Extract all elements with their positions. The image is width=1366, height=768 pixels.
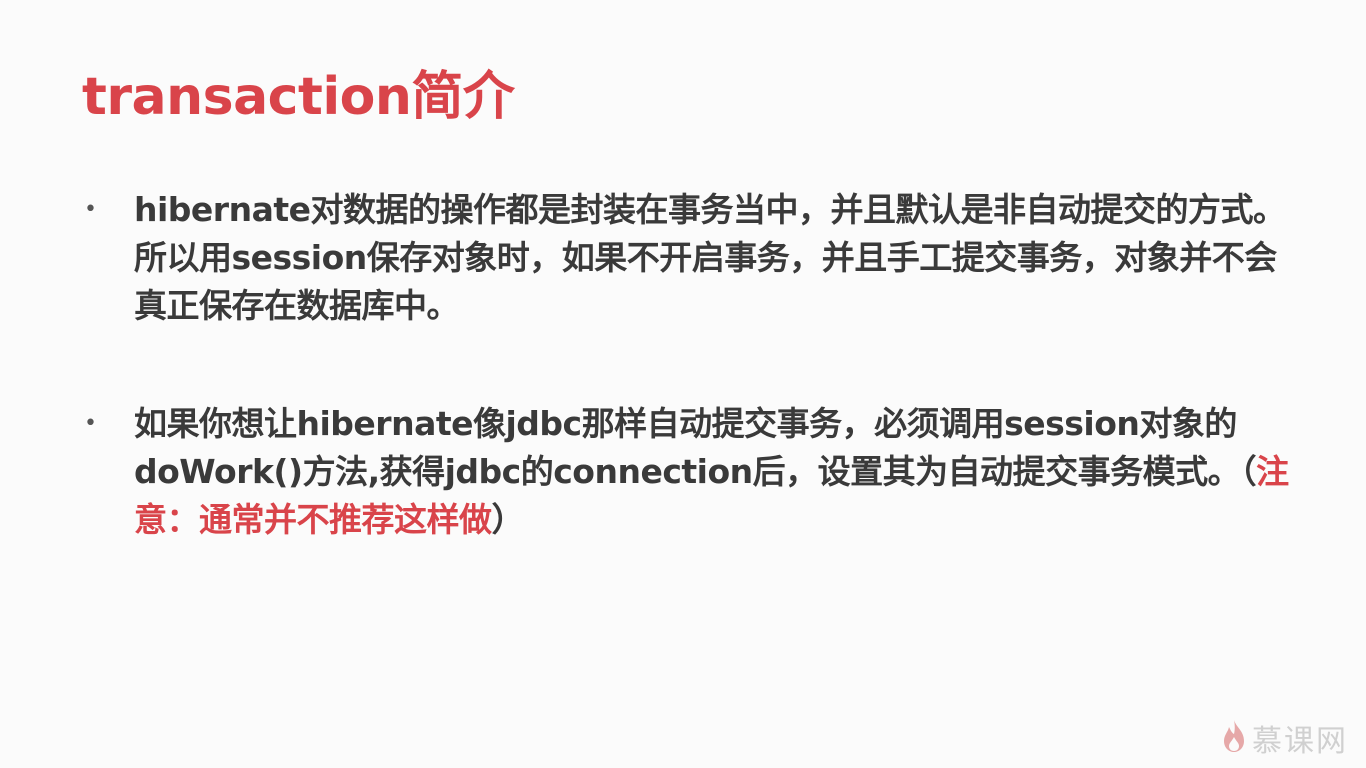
- bullet-dot-icon: •: [84, 197, 97, 222]
- bullet-item-2: • 如果你想让hibernate像jdbc那样自动提交事务，必须调用sessio…: [80, 400, 1290, 544]
- bullet-text-1: hibernate对数据的操作都是封装在事务当中，并且默认是非自动提交的方式。所…: [134, 190, 1286, 325]
- bullet-text-2: 如果你想让hibernate像jdbc那样自动提交事务，必须调用session对…: [134, 400, 1290, 544]
- bullet-dot-icon: •: [84, 411, 97, 436]
- flame-icon: [1222, 719, 1246, 757]
- logo-text: 慕课网: [1252, 724, 1348, 759]
- bullet-text-2-end: ）: [491, 500, 525, 539]
- bullet-text-2-main: 如果你想让hibernate像jdbc那样自动提交事务，必须调用session对…: [134, 404, 1257, 491]
- imooc-logo: 慕课网: [1222, 716, 1348, 760]
- bullet-list: • hibernate对数据的操作都是封装在事务当中，并且默认是非自动提交的方式…: [80, 186, 1290, 614]
- bullet-item-1: • hibernate对数据的操作都是封装在事务当中，并且默认是非自动提交的方式…: [80, 186, 1290, 330]
- slide-title: transaction简介: [82, 67, 515, 127]
- slide: transaction简介 • hibernate对数据的操作都是封装在事务当中…: [0, 0, 1366, 768]
